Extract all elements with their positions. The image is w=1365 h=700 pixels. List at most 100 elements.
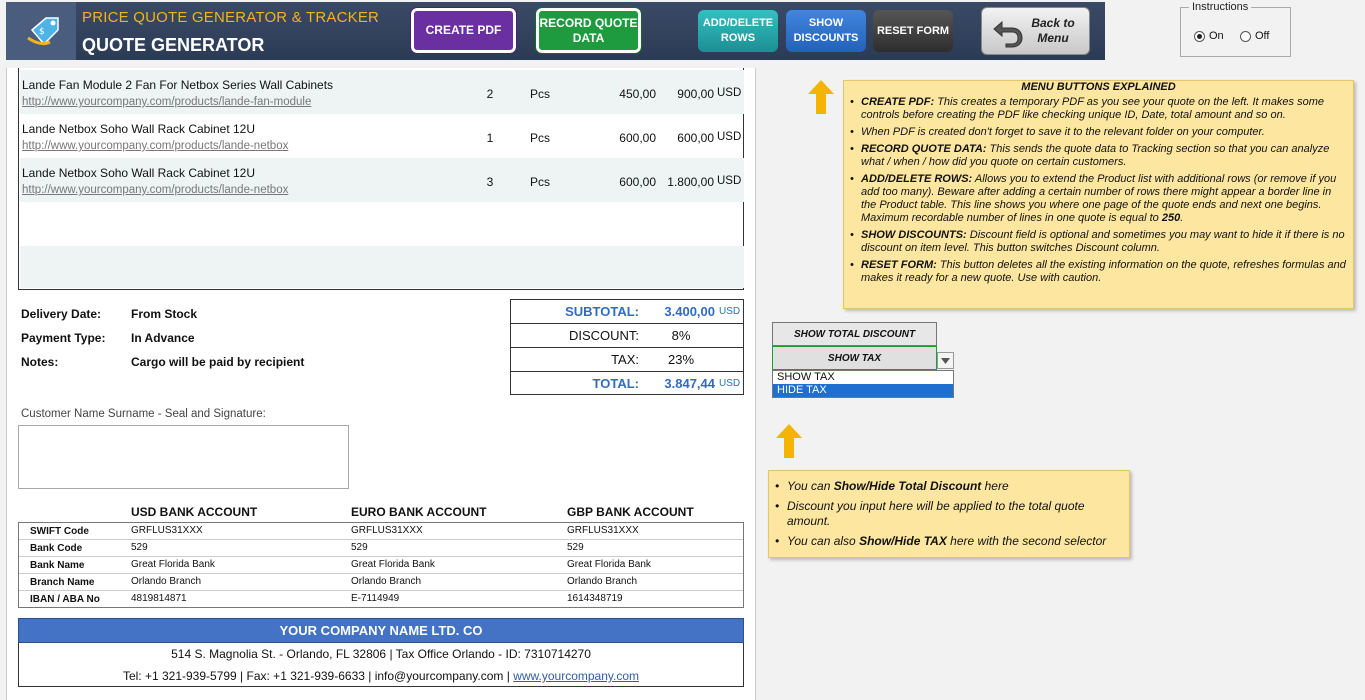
delivery-date-label: Delivery Date: [21,307,101,321]
company-name-bar: YOUR COMPANY NAME LTD. CO [18,618,744,643]
item-link[interactable]: http://www.yourcompany.com/products/land… [22,140,288,152]
bank-eur-value: 529 [351,542,368,553]
up-arrow-icon [808,80,834,114]
instructions-on-radio[interactable]: On [1194,30,1224,42]
record-quote-data-button[interactable]: RECORD QUOTE DATA [536,8,641,53]
discount-row: DISCOUNT: 8% [511,324,743,348]
item-link[interactable]: http://www.yourcompany.com/products/land… [22,184,288,196]
back-arrow-icon [990,14,1026,50]
note-list: You can Show/Hide Total Discount here Di… [775,479,1120,554]
table-row: Bank Code 529 529 529 [19,540,743,557]
bank-key: Bank Code [30,543,82,554]
bank-usd-value: Great Florida Bank [131,559,215,570]
bank-gbp-value: 1614348719 [567,593,623,604]
product-table: Lande Fan Module 2 Fan For Netbox Series… [18,68,744,290]
instructions-on-label: On [1209,30,1224,42]
table-row[interactable]: Lande Netbox Soho Wall Rack Cabinet 12U … [20,114,744,158]
table-row-empty[interactable] [20,202,744,246]
tag-logo-icon: $ [24,12,64,52]
bank-key: SWIFT Code [30,526,89,537]
back-to-menu-button[interactable]: Back to Menu [981,7,1090,55]
item-name: Lande Fan Module 2 Fan For Netbox Series… [22,78,333,92]
subtotal-label: SUBTOTAL: [565,304,639,319]
list-item: CREATE PDF: This creates a temporary PDF… [850,96,1346,122]
discount-value[interactable]: 8% [651,328,711,343]
usd-bank-header: USD BANK ACCOUNT [131,505,257,519]
table-row[interactable]: Lande Fan Module 2 Fan For Netbox Series… [20,70,744,114]
table-row[interactable]: Lande Netbox Soho Wall Rack Cabinet 12U … [20,158,744,202]
radio-selected-icon [1194,31,1205,42]
bank-gbp-value: GRFLUS31XXX [567,525,639,536]
tax-value[interactable]: 23% [651,352,711,367]
list-item: RESET FORM: This button deletes all the … [850,259,1346,285]
add-delete-rows-button[interactable]: ADD/DELETE ROWS [698,10,778,52]
subtotal-row: SUBTOTAL: 3.400,00 USD [511,300,743,324]
list-item: You can also Show/Hide TAX here with the… [775,534,1120,549]
item-name: Lande Netbox Soho Wall Rack Cabinet 12U [22,166,255,180]
item-currency: USD [717,87,741,99]
bank-gbp-value: Orlando Branch [567,576,637,587]
item-currency: USD [717,131,741,143]
menu-buttons-note: MENU BUTTONS EXPLAINED CREATE PDF: This … [843,80,1354,309]
company-contact: Tel: +1 321-939-5799 | Fax: +1 321-939-6… [123,669,513,683]
instructions-group: Instructions On Off [1180,7,1291,57]
item-unit: Pcs [530,87,550,101]
payment-type-label: Payment Type: [21,331,105,345]
bank-table: SWIFT Code GRFLUS31XXX GRFLUS31XXX GRFLU… [18,522,744,608]
bank-key: Bank Name [30,560,84,571]
tax-dropdown-list: SHOW TAX HIDE TAX [772,370,954,398]
tax-option-show[interactable]: SHOW TAX [773,371,953,384]
euro-bank-header: EURO BANK ACCOUNT [351,505,487,519]
bank-key: Branch Name [30,577,94,588]
item-unit: Pcs [530,131,550,145]
bank-eur-value: E-7114949 [351,593,399,604]
create-pdf-button[interactable]: CREATE PDF [411,8,516,53]
discount-note: You can Show/Hide Total Discount here Di… [768,470,1130,558]
up-arrow-icon [776,424,802,458]
bank-usd-value: 4819814871 [131,593,187,604]
subtotal-value: 3.400,00 [645,304,715,319]
show-total-discount-selector[interactable]: SHOW TOTAL DISCOUNT [772,322,937,346]
list-item: SHOW DISCOUNTS: Discount field is option… [850,229,1346,255]
bank-eur-value: Orlando Branch [351,576,421,587]
show-discounts-button[interactable]: SHOW DISCOUNTS [786,10,866,52]
item-total: 600,00 [660,131,714,145]
subtotal-currency: USD [719,306,740,317]
app-title: PRICE QUOTE GENERATOR & TRACKER [82,9,379,26]
bank-usd-value: GRFLUS31XXX [131,525,203,536]
instructions-off-radio[interactable]: Off [1240,30,1269,42]
item-price: 450,00 [580,87,656,101]
list-item: You can Show/Hide Total Discount here [775,479,1120,494]
company-website-link[interactable]: www.yourcompany.com [513,669,639,683]
item-qty: 3 [480,175,500,189]
notes-value[interactable]: Cargo will be paid by recipient [131,355,304,369]
payment-type-value[interactable]: In Advance [131,331,195,345]
tax-row: TAX: 23% [511,348,743,372]
item-link[interactable]: http://www.yourcompany.com/products/land… [22,96,311,108]
table-row-empty[interactable] [20,246,744,288]
reset-form-button[interactable]: RESET FORM [873,10,953,52]
table-row: IBAN / ABA No 4819814871 E-7114949 16143… [19,591,743,608]
bank-gbp-value: Great Florida Bank [567,559,651,570]
item-price: 600,00 [580,175,656,189]
list-item: When PDF is created don't forget to save… [850,126,1346,139]
total-currency: USD [719,378,740,389]
total-row: TOTAL: 3.847,44 USD [511,372,743,396]
bank-usd-value: Orlando Branch [131,576,201,587]
delivery-date-value[interactable]: From Stock [131,307,197,321]
list-item: ADD/DELETE ROWS: Allows you to extend th… [850,173,1346,225]
total-label: TOTAL: [593,376,639,391]
instructions-off-label: Off [1255,30,1269,42]
company-info: 514 S. Magnolia St. - Orlando, FL 32806 … [18,643,744,687]
company-contact-line: Tel: +1 321-939-5799 | Fax: +1 321-939-6… [19,669,743,683]
bank-usd-value: 529 [131,542,148,553]
show-tax-selector[interactable]: SHOW TAX [772,346,937,370]
tax-dropdown-button[interactable] [937,352,954,369]
tax-label: TAX: [611,352,639,367]
table-row: Bank Name Great Florida Bank Great Flori… [19,557,743,574]
dropdown-chevron-icon [941,358,950,364]
tax-option-hide[interactable]: HIDE TAX [773,384,953,397]
svg-text:$: $ [39,27,45,37]
gbp-bank-header: GBP BANK ACCOUNT [567,505,694,519]
company-address: 514 S. Magnolia St. - Orlando, FL 32806 … [19,647,743,661]
